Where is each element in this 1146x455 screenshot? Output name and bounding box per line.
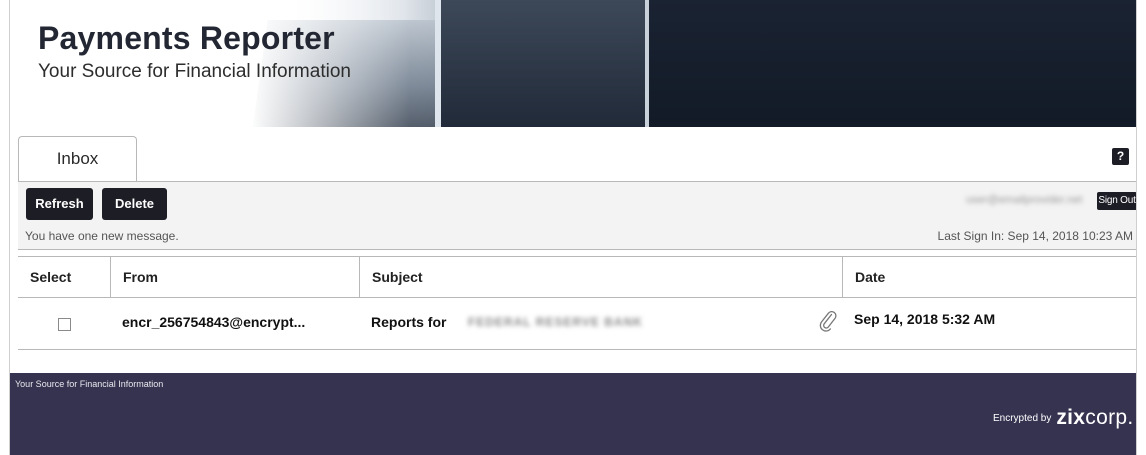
encrypted-by-badge: Encrypted by zixcorp. (993, 406, 1133, 430)
column-header-from[interactable]: From (110, 257, 359, 297)
footer: Your Source for Financial Information En… (10, 373, 1136, 455)
message-subject-redacted: FEDERAL RESERVE BANK (468, 315, 643, 329)
sign-out-button[interactable]: Sign Out (1097, 192, 1136, 210)
status-message: You have one new message. (25, 229, 179, 243)
encrypted-by-label: Encrypted by (993, 412, 1052, 424)
app-subtitle: Your Source for Financial Information (38, 61, 351, 82)
toolbar: Refresh Delete user@emailprovider.net Si… (18, 182, 1136, 250)
select-checkbox[interactable] (58, 318, 71, 331)
footer-tagline: Your Source for Financial Information (15, 379, 164, 389)
zixcorp-logo: zixcorp. (1056, 406, 1134, 429)
user-email: user@emailprovider.net (966, 194, 1083, 206)
column-header-select[interactable]: Select (18, 257, 110, 297)
table-header: Select From Subject Date (18, 257, 1136, 298)
help-button[interactable]: ? (1112, 148, 1129, 165)
column-header-subject[interactable]: Subject (359, 257, 842, 297)
table-row[interactable]: encr_256754843@encrypt... Reports for FE… (18, 298, 1136, 349)
message-table: Select From Subject Date encr_256754843@… (18, 256, 1136, 350)
message-from[interactable]: encr_256754843@encrypt... (122, 314, 354, 330)
delete-button[interactable]: Delete (102, 188, 167, 220)
last-sign-in: Last Sign In: Sep 14, 2018 10:23 AM (937, 229, 1133, 243)
message-date: Sep 14, 2018 5:32 AM (854, 311, 996, 327)
app-title: Payments Reporter (38, 20, 335, 56)
column-header-date[interactable]: Date (842, 257, 1136, 297)
paperclip-icon (819, 310, 837, 332)
header-banner: Payments Reporter Your Source for Financ… (10, 0, 1136, 127)
app-window: Payments Reporter Your Source for Financ… (9, 0, 1137, 455)
message-subject[interactable]: Reports for (371, 314, 446, 330)
refresh-button[interactable]: Refresh (26, 188, 93, 220)
tab-inbox[interactable]: Inbox (18, 136, 137, 181)
